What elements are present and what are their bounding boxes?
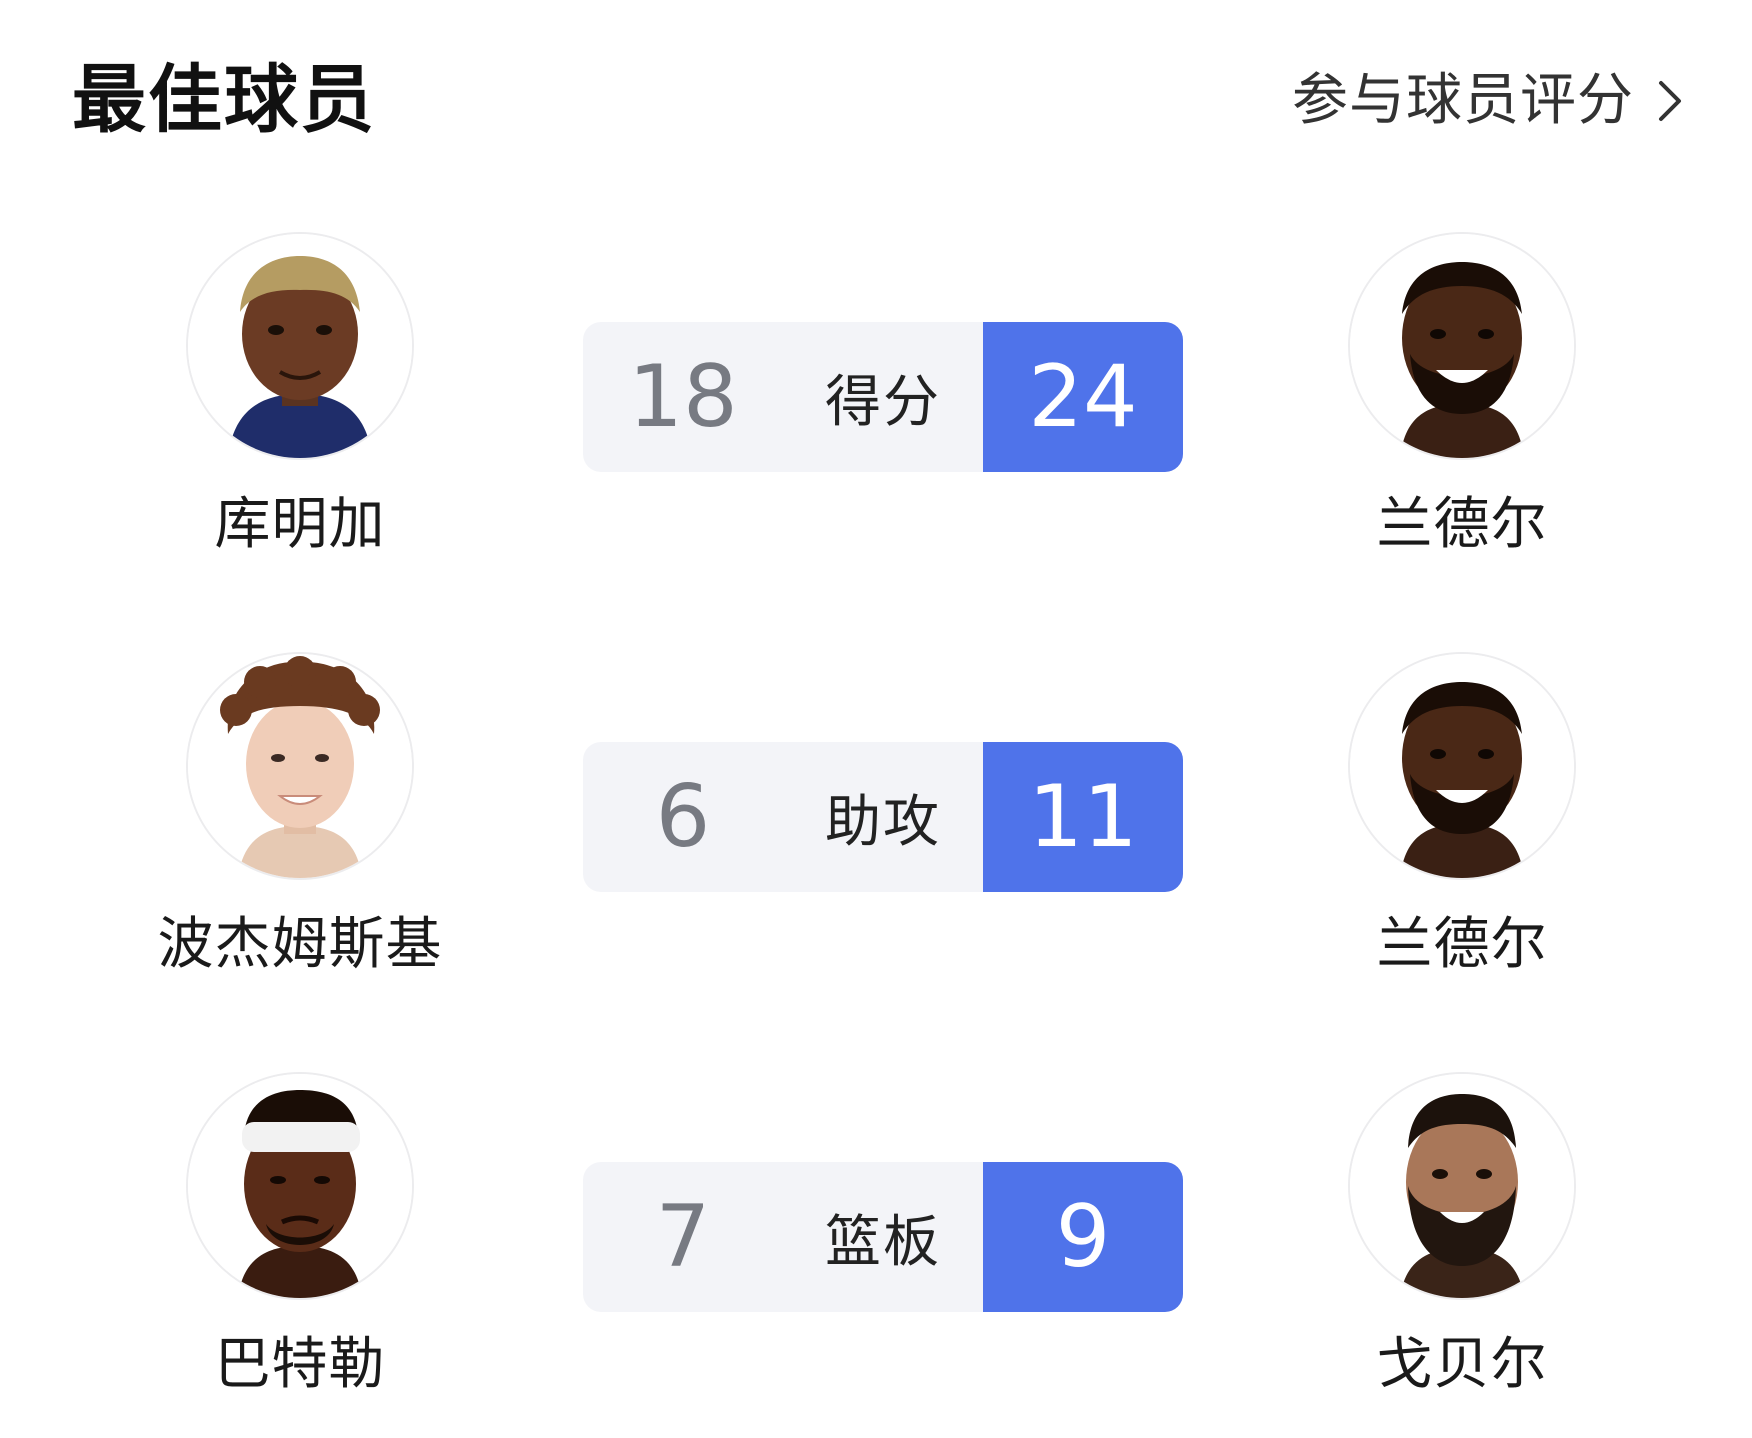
stat-category-label: 篮板 (825, 1209, 941, 1275)
rate-players-label: 参与球员评分 (1292, 68, 1634, 133)
player-avatar (1348, 232, 1576, 460)
stat-comparison-bar: 7 篮板 9 (583, 1162, 1183, 1312)
player-name: 波杰姆斯基 (157, 912, 443, 977)
left-stat-value: 6 (655, 767, 711, 867)
stat-comparison-bar: 6 助攻 11 (583, 742, 1183, 892)
left-stat-value: 7 (655, 1187, 711, 1287)
chevron-right-icon (1650, 77, 1690, 125)
left-player-card[interactable]: 库明加 (130, 232, 470, 562)
stat-category-label: 得分 (825, 369, 941, 435)
right-stat-value: 24 (983, 322, 1183, 472)
stat-category-label: 助攻 (825, 789, 941, 855)
rate-players-link[interactable]: 参与球员评分 (1292, 56, 1690, 146)
player-avatar (186, 1072, 414, 1300)
player-name: 巴特勒 (214, 1332, 386, 1397)
section-title: 最佳球员 (72, 57, 376, 143)
player-name: 戈贝尔 (1376, 1332, 1548, 1397)
player-avatar (1348, 1072, 1576, 1300)
stat-comparison-bar: 18 得分 24 (583, 322, 1183, 472)
left-stat-value: 18 (628, 347, 738, 447)
player-name: 兰德尔 (1376, 492, 1548, 557)
right-player-card[interactable]: 兰德尔 (1292, 652, 1632, 982)
stat-row-points: 库明加 18 得分 24 兰德尔 (0, 232, 1752, 562)
player-name: 兰德尔 (1376, 912, 1548, 977)
right-player-card[interactable]: 兰德尔 (1292, 232, 1632, 562)
player-avatar (186, 652, 414, 880)
left-player-card[interactable]: 波杰姆斯基 (130, 652, 470, 982)
right-stat-value: 9 (983, 1162, 1183, 1312)
stat-row-rebounds: 巴特勒 7 篮板 9 戈贝尔 (0, 1072, 1752, 1402)
stat-row-assists: 波杰姆斯基 6 助攻 11 兰德尔 (0, 652, 1752, 982)
player-name: 库明加 (214, 492, 386, 557)
player-avatar (186, 232, 414, 460)
player-avatar (1348, 652, 1576, 880)
right-player-card[interactable]: 戈贝尔 (1292, 1072, 1632, 1402)
section-header: 最佳球员 参与球员评分 (0, 0, 1752, 200)
right-stat-value: 11 (983, 742, 1183, 892)
left-player-card[interactable]: 巴特勒 (130, 1072, 470, 1402)
